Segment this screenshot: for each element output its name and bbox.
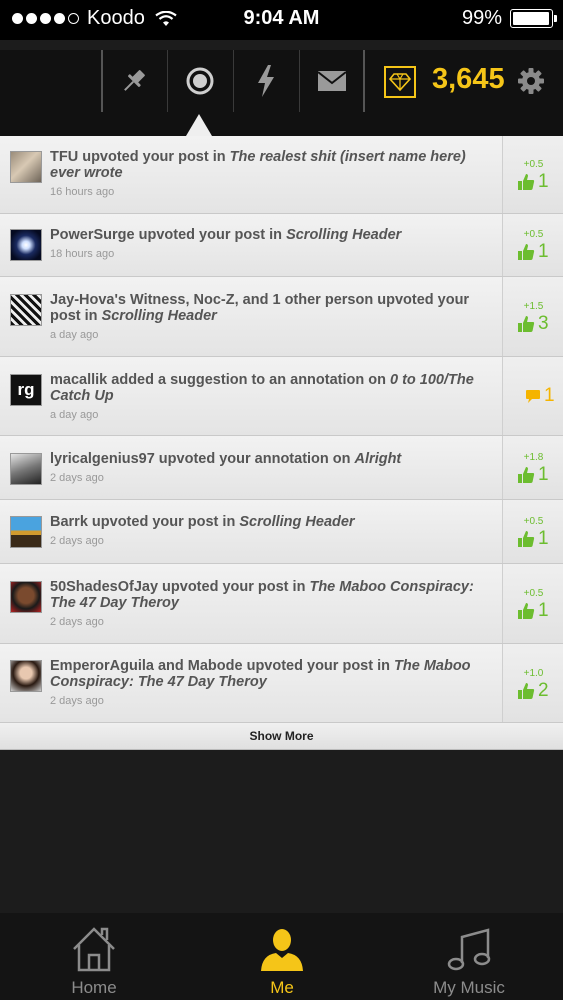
vote-indicator: +1.5 3 [502, 277, 563, 356]
vote-indicator: +0.5 1 [502, 500, 563, 563]
feed-text: lyricalgenius97 upvoted your annotation … [50, 451, 402, 467]
comment-count: 1 [544, 385, 555, 406]
record-icon [186, 67, 213, 95]
feed-text: Barrk upvoted your post in Scrolling Hea… [50, 514, 355, 530]
feed-item[interactable]: EmperorAguila and Mabode upvoted your po… [0, 644, 563, 723]
vote-count: 3 [538, 313, 549, 334]
mail-icon [316, 71, 347, 91]
iq-score: 3,645 [432, 63, 505, 95]
iq-delta: +0.5 [523, 588, 544, 599]
vote-indicator: +0.5 1 [502, 136, 563, 213]
timestamp: a day ago [50, 409, 99, 421]
timestamp: 2 days ago [50, 616, 104, 628]
avatar [10, 151, 42, 183]
feed-item[interactable]: PowerSurge upvoted your post in Scrollin… [0, 214, 563, 277]
tab-my-music[interactable]: My Music [375, 913, 563, 1000]
iq-badge[interactable] [384, 66, 416, 98]
vote-count: 2 [538, 680, 549, 701]
avatar [10, 294, 42, 326]
feed-text: macallik added a suggestion to an annota… [50, 372, 474, 404]
music-note-icon [447, 928, 491, 971]
feed-item[interactable]: rg macallik added a suggestion to an ann… [0, 357, 563, 436]
vote-indicator: 1 [502, 357, 563, 435]
vote-indicator: +0.5 1 [502, 214, 563, 276]
pinned-button[interactable] [101, 50, 165, 112]
feed-item[interactable]: lyricalgenius97 upvoted your annotation … [0, 436, 563, 500]
iq-delta: +1.8 [523, 452, 544, 463]
feed-item[interactable]: 50ShadesOfJay upvoted your post in The M… [0, 564, 563, 644]
feed-text: TFU upvoted your post in The realest shi… [50, 149, 466, 181]
feed-text: 50ShadesOfJay upvoted your post in The M… [50, 579, 474, 611]
feed-text: EmperorAguila and Mabode upvoted your po… [50, 658, 471, 690]
battery-status: 99% [461, 7, 557, 30]
header-underline [0, 112, 563, 136]
vote-indicator: +0.5 1 [502, 564, 563, 643]
thumbs-up-icon [518, 683, 535, 699]
thumbs-up-icon [518, 244, 535, 260]
avatar [10, 453, 42, 485]
vote-count: 1 [538, 241, 549, 262]
timestamp: a day ago [50, 329, 99, 341]
feed-text: PowerSurge upvoted your post in Scrollin… [50, 227, 402, 243]
tab-me[interactable]: Me [188, 913, 376, 1000]
avatar [10, 581, 42, 613]
thumbs-up-icon [518, 531, 535, 547]
person-icon [261, 929, 303, 971]
tab-bar: Home Me My Music [0, 913, 563, 1000]
lightning-icon [257, 65, 274, 97]
activity-feed: TFU upvoted your post in The realest shi… [0, 136, 563, 750]
avatar: rg [10, 374, 42, 406]
settings-button[interactable] [516, 66, 546, 101]
iq-delta: +0.5 [523, 159, 544, 170]
activity-button[interactable] [167, 50, 231, 112]
active-tab-pointer [186, 114, 212, 136]
notifications-button[interactable] [233, 50, 297, 112]
iq-delta: +1.5 [523, 301, 544, 312]
vote-count: 1 [538, 528, 549, 549]
timestamp: 2 days ago [50, 535, 104, 547]
timestamp: 2 days ago [50, 695, 104, 707]
tab-label: Me [270, 978, 294, 997]
tab-label: Home [71, 978, 117, 997]
battery-icon [510, 9, 557, 28]
header-toolbar: 3,645 [0, 50, 563, 112]
pin-icon [124, 70, 145, 91]
avatar [10, 516, 42, 548]
messages-button[interactable] [299, 50, 363, 112]
iq-delta: +0.5 [523, 229, 544, 240]
feed-item[interactable]: TFU upvoted your post in The realest shi… [0, 136, 563, 214]
vote-count: 1 [538, 600, 549, 621]
vote-indicator: +1.8 1 [502, 436, 563, 499]
feed-item[interactable]: Jay-Hova's Witness, Noc-Z, and 1 other p… [0, 277, 563, 357]
thumbs-up-icon [518, 316, 535, 332]
status-bar: Koodo 9:04 AM 99% [0, 0, 563, 40]
timestamp: 16 hours ago [50, 186, 115, 198]
vote-count: 1 [538, 171, 549, 192]
iq-delta: +0.5 [523, 516, 544, 527]
diamond-icon [389, 73, 411, 91]
thumbs-up-icon [518, 467, 535, 483]
timestamp: 18 hours ago [50, 248, 115, 260]
iq-delta: +1.0 [523, 668, 544, 679]
feed-item[interactable]: Barrk upvoted your post in Scrolling Hea… [0, 500, 563, 564]
toolbar-divider [363, 50, 365, 112]
show-more-button[interactable]: Show More [0, 723, 563, 750]
tab-label: My Music [433, 978, 505, 997]
feed-text: Jay-Hova's Witness, Noc-Z, and 1 other p… [50, 292, 470, 324]
gear-icon [518, 68, 544, 94]
home-icon [73, 927, 115, 972]
vote-count: 1 [538, 464, 549, 485]
comment-icon [526, 389, 540, 403]
timestamp: 2 days ago [50, 472, 104, 484]
battery-percent: 99% [461, 7, 502, 29]
vote-indicator: +1.0 2 [502, 644, 563, 722]
thumbs-up-icon [518, 603, 535, 619]
tab-home[interactable]: Home [0, 913, 188, 1000]
avatar [10, 660, 42, 692]
thumbs-up-icon [518, 174, 535, 190]
avatar [10, 229, 42, 261]
